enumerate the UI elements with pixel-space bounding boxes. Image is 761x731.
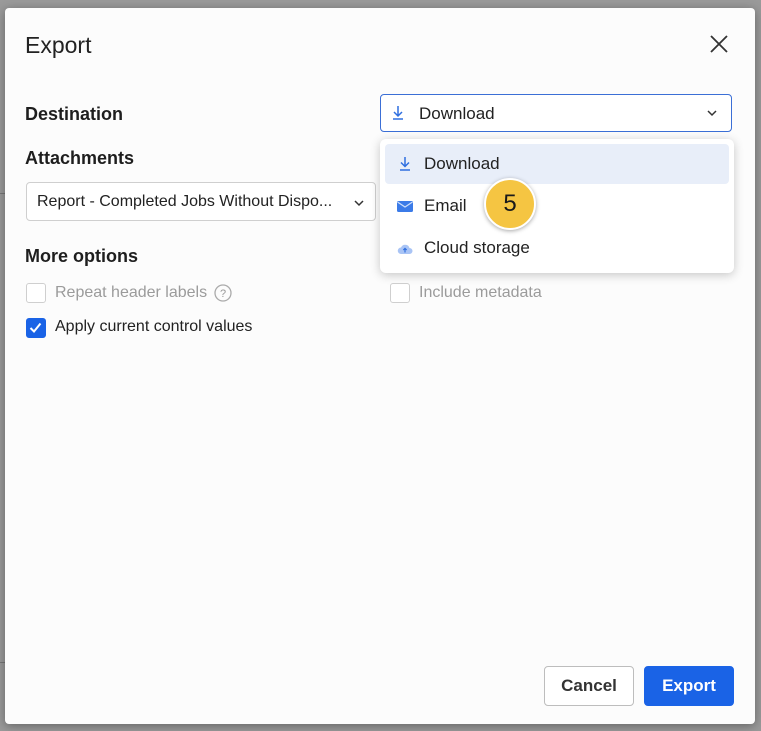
chevron-down-icon <box>354 200 364 207</box>
menu-item-download[interactable]: Download <box>385 144 729 184</box>
destination-label: Destination <box>25 104 124 124</box>
menu-item-email[interactable]: Email <box>385 186 729 226</box>
checkmark-icon <box>29 322 42 333</box>
repeat-header-labels-label: Repeat header labels <box>55 284 208 301</box>
cloud-upload-icon <box>397 244 413 254</box>
include-metadata-checkbox[interactable] <box>390 283 410 303</box>
menu-item-label: Email <box>424 196 467 215</box>
repeat-header-labels-checkbox[interactable] <box>26 283 46 303</box>
close-icon <box>710 35 728 53</box>
export-button[interactable]: Export <box>644 666 734 706</box>
step-number-badge: 5 <box>484 178 536 230</box>
menu-item-label: Cloud storage <box>424 238 530 257</box>
svg-text:?: ? <box>220 288 226 300</box>
destination-value: Download <box>419 104 495 123</box>
attachment-select[interactable]: Report - Completed Jobs Without Dispo... <box>26 182 376 221</box>
download-icon <box>393 106 403 120</box>
help-icon[interactable]: ? <box>214 284 232 302</box>
cancel-button[interactable]: Cancel <box>544 666 634 706</box>
close-button[interactable] <box>705 30 733 58</box>
attachment-value: Report - Completed Jobs Without Dispo... <box>37 193 333 210</box>
apply-control-values-checkbox[interactable] <box>26 318 46 338</box>
include-metadata-label: Include metadata <box>419 284 542 301</box>
chevron-down-icon <box>707 110 717 117</box>
destination-dropdown-menu: Download Email Cloud storage <box>380 139 734 273</box>
email-icon <box>397 201 413 212</box>
export-dialog: Export Destination Download Attachments … <box>5 8 755 724</box>
menu-item-cloud-storage[interactable]: Cloud storage <box>385 228 729 268</box>
attachments-label: Attachments <box>25 148 135 168</box>
apply-control-values-label: Apply current control values <box>55 318 253 335</box>
download-icon <box>400 157 410 171</box>
dialog-title: Export <box>25 32 92 58</box>
destination-select[interactable]: Download <box>380 94 732 132</box>
menu-item-label: Download <box>424 154 500 173</box>
more-options-label: More options <box>25 246 138 266</box>
